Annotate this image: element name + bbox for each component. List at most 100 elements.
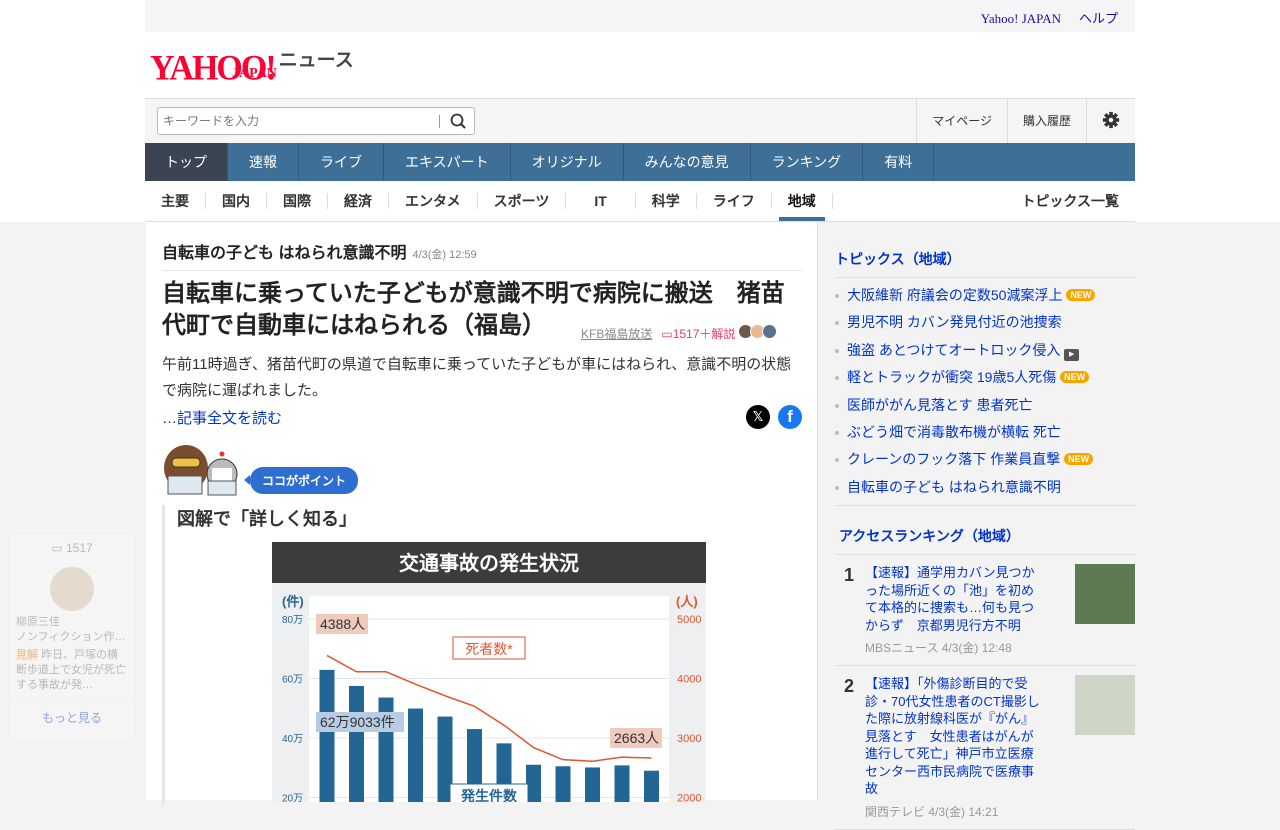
ranking-item[interactable]: 2 【速報】「外傷診断目的で受診・70代女性患者のCT撮影した際に放射線科医が『が… [835, 666, 1135, 830]
comment-count: ▭ 1517 [51, 541, 93, 555]
nav-tab[interactable]: ランキング [751, 143, 864, 181]
bar [585, 767, 600, 802]
topic-link[interactable]: ぶどう畑で消毒散布機が横転 死亡 [847, 424, 1061, 440]
topic-link[interactable]: クレーンのフック落下 作業員直撃 [847, 451, 1060, 467]
left-tick-label: 60万 [282, 675, 303, 686]
topic-link[interactable]: 自転車の子ども はねられ意識不明 [847, 479, 1061, 495]
topic-item[interactable]: 軽とトラックが衝突 19歳5人死傷 NEW [835, 366, 1135, 393]
topic-link[interactable]: 強盗 あとつけてオートロック侵入 [847, 342, 1060, 358]
bar [349, 685, 364, 802]
settings-button[interactable] [1086, 99, 1135, 143]
article-lead: 午前11時過ぎ、猪苗代町の県道で自転車に乗っていた子どもが車にはねられ、意識不明… [162, 356, 792, 399]
nav-tab[interactable]: トップ [145, 143, 228, 181]
subnav-tab[interactable]: スポーツ [478, 193, 567, 209]
commenter-name: 柳原三佳 [16, 616, 60, 628]
search-row: マイページ 購入履歴 [145, 98, 1135, 143]
facebook-share-icon[interactable]: f [778, 405, 802, 429]
topics-heading: トピックス（地域） [835, 251, 961, 267]
logo-service: ニュース [278, 50, 354, 71]
topic-header: 自転車の子ども はねられ意識不明 4/3(金) 12:59 [162, 239, 802, 271]
subnav-tab[interactable]: エンタメ [389, 193, 478, 209]
subnav-tab[interactable]: 国内 [206, 193, 267, 209]
subnav-tab[interactable]: ライフ [697, 193, 772, 209]
comments-link[interactable]: ▭1517＋解説 [661, 325, 735, 342]
bar [408, 708, 423, 802]
topic-item[interactable]: 大阪維新 府議会の定数50減案浮上 NEW [835, 284, 1135, 311]
nav-tab[interactable]: みんなの意見 [624, 143, 751, 181]
section-title: 図解で「詳しく知る」 [177, 509, 357, 529]
topics-list-link[interactable]: トピックス一覧 [1021, 191, 1135, 211]
read-more-link[interactable]: …記事全文を読む [162, 407, 282, 428]
commenter-role: ノンフィクション作… [16, 631, 126, 643]
right-tick-label: 3000 [677, 733, 701, 745]
ranking-meta: MBSニュース 4/3(金) 12:48 [865, 641, 1012, 656]
see-more-link[interactable]: もっと見る [9, 700, 135, 726]
source-link[interactable]: KFB福島放送 [581, 325, 652, 342]
deaths-legend: 死者数* [465, 641, 513, 657]
nav-tab[interactable]: 有料 [863, 143, 935, 181]
topic-link[interactable]: 男児不明 カバン発見付近の池捜索 [847, 314, 1062, 330]
nav-tab[interactable]: 速報 [228, 143, 299, 181]
new-badge: NEW [1064, 453, 1094, 466]
right-tick-label: 4000 [677, 674, 701, 686]
max-accidents-label: 62万9033件 [320, 714, 395, 730]
ranking-title-link[interactable]: 【速報】「外傷診断目的で受診・70代女性患者のCT撮影した際に放射線科医が『がん… [865, 675, 1040, 798]
subnav-tab[interactable]: 国際 [267, 193, 328, 209]
ranking-thumbnail[interactable] [1075, 564, 1135, 625]
traffic-accident-chart: 交通事故の発生状況 (件) (人) 80万 5000 60万 4000 40万 3000 20万 2… [272, 542, 706, 802]
topic-item[interactable]: 自転車の子ども はねられ意識不明 [835, 476, 1135, 503]
nav-tab[interactable]: エキスパート [384, 143, 511, 181]
topic-item[interactable]: クレーンのフック落下 作業員直撃 NEW [835, 448, 1135, 475]
ranking-heading: アクセスランキング（地域） [839, 528, 1020, 545]
mypage-link[interactable]: マイページ [916, 99, 1007, 143]
topic-item[interactable]: 医師ががん見落とす 患者死亡 [835, 394, 1135, 421]
last-deaths-label: 2663人 [614, 730, 659, 746]
bar [644, 770, 659, 802]
subnav-tab[interactable]: 経済 [328, 193, 389, 209]
divider [439, 115, 440, 128]
topic-time: 4/3(金) 12:59 [412, 249, 477, 261]
sidebar: トピックス（地域） 大阪維新 府議会の定数50減案浮上 NEW 男児不明 カバン発… [820, 222, 1135, 830]
yahoo-news-logo[interactable]: YAHOO! JAPAN ニュース [150, 44, 354, 86]
search-icon[interactable] [448, 111, 470, 131]
expert-comment-card[interactable]: ▭ 1517 柳原三佳 ノンフィクション作… 見解 昨日、戸塚の横断歩道上で女児… [8, 534, 136, 743]
topic-item[interactable]: ぶどう畑で消毒散布機が横転 死亡 [835, 421, 1135, 448]
mascot-icon [164, 445, 238, 496]
max-deaths-label: 4388人 [320, 616, 365, 632]
new-badge: NEW [1066, 289, 1096, 301]
topic-link[interactable]: 軽とトラックが衝突 19歳5人死傷 [847, 369, 1056, 385]
search-input[interactable] [158, 108, 438, 134]
topic-item[interactable]: 男児不明 カバン発見付近の池捜索 [835, 311, 1135, 338]
purchase-history-link[interactable]: 購入履歴 [1006, 99, 1086, 143]
ranking-title-link[interactable]: 【速報】通学用カバン見つかった場所近くの「池」を初めて本格的に捜索も…何も見つか… [865, 564, 1040, 634]
x-share-icon[interactable]: 𝕏 [746, 405, 770, 429]
article-meta: KFB福島放送 ▭1517＋解説 [581, 324, 778, 342]
yahoo-japan-link[interactable]: Yahoo! JAPAN [981, 11, 1061, 26]
global-nav: トップ 速報 ライブ エキスパート オリジナル みんなの意見 ランキング 有料 [145, 143, 1135, 181]
nav-tab[interactable]: ライブ [299, 143, 384, 181]
nav-tab[interactable]: オリジナル [511, 143, 624, 181]
commenter-avatars[interactable] [738, 324, 778, 342]
bar [319, 669, 335, 802]
subnav-tab[interactable]: 主要 [145, 193, 206, 209]
ranking-thumbnail[interactable] [1075, 675, 1135, 736]
rank-number: 2 [844, 676, 855, 697]
topics-list: 大阪維新 府議会の定数50減案浮上 NEW 男児不明 カバン発見付近の池捜索 強盗 … [835, 284, 1135, 503]
rank-number: 1 [844, 565, 855, 586]
subnav-tab[interactable]: IT [566, 193, 636, 209]
topic-item[interactable]: 強盗 あとつけてオートロック侵入 ▶ [835, 339, 1135, 366]
topic-title: 自転車の子ども はねられ意識不明 [162, 245, 407, 262]
topic-link[interactable]: 大阪維新 府議会の定数50減案浮上 [847, 287, 1062, 303]
left-axis-unit: (件) [282, 594, 304, 609]
gear-icon [1102, 111, 1120, 129]
sub-nav: 主要 国内 国際 経済 エンタメ スポーツ IT 科学 ライフ 地域 トピックス一覧 [145, 181, 1135, 222]
bar [614, 765, 630, 802]
help-link[interactable]: ヘルプ [1079, 11, 1118, 26]
subnav-tab[interactable]: 地域 [772, 193, 833, 221]
ranking-item[interactable]: 1 【速報】通学用カバン見つかった場所近くの「池」を初めて本格的に捜索も…何も見つ… [835, 555, 1135, 667]
topic-link[interactable]: 医師ががん見落とす 患者死亡 [847, 397, 1032, 413]
search-box [157, 107, 475, 135]
left-tick-label: 20万 [282, 794, 303, 803]
tag-badge: 見解 [16, 649, 38, 661]
subnav-tab[interactable]: 科学 [636, 193, 697, 209]
